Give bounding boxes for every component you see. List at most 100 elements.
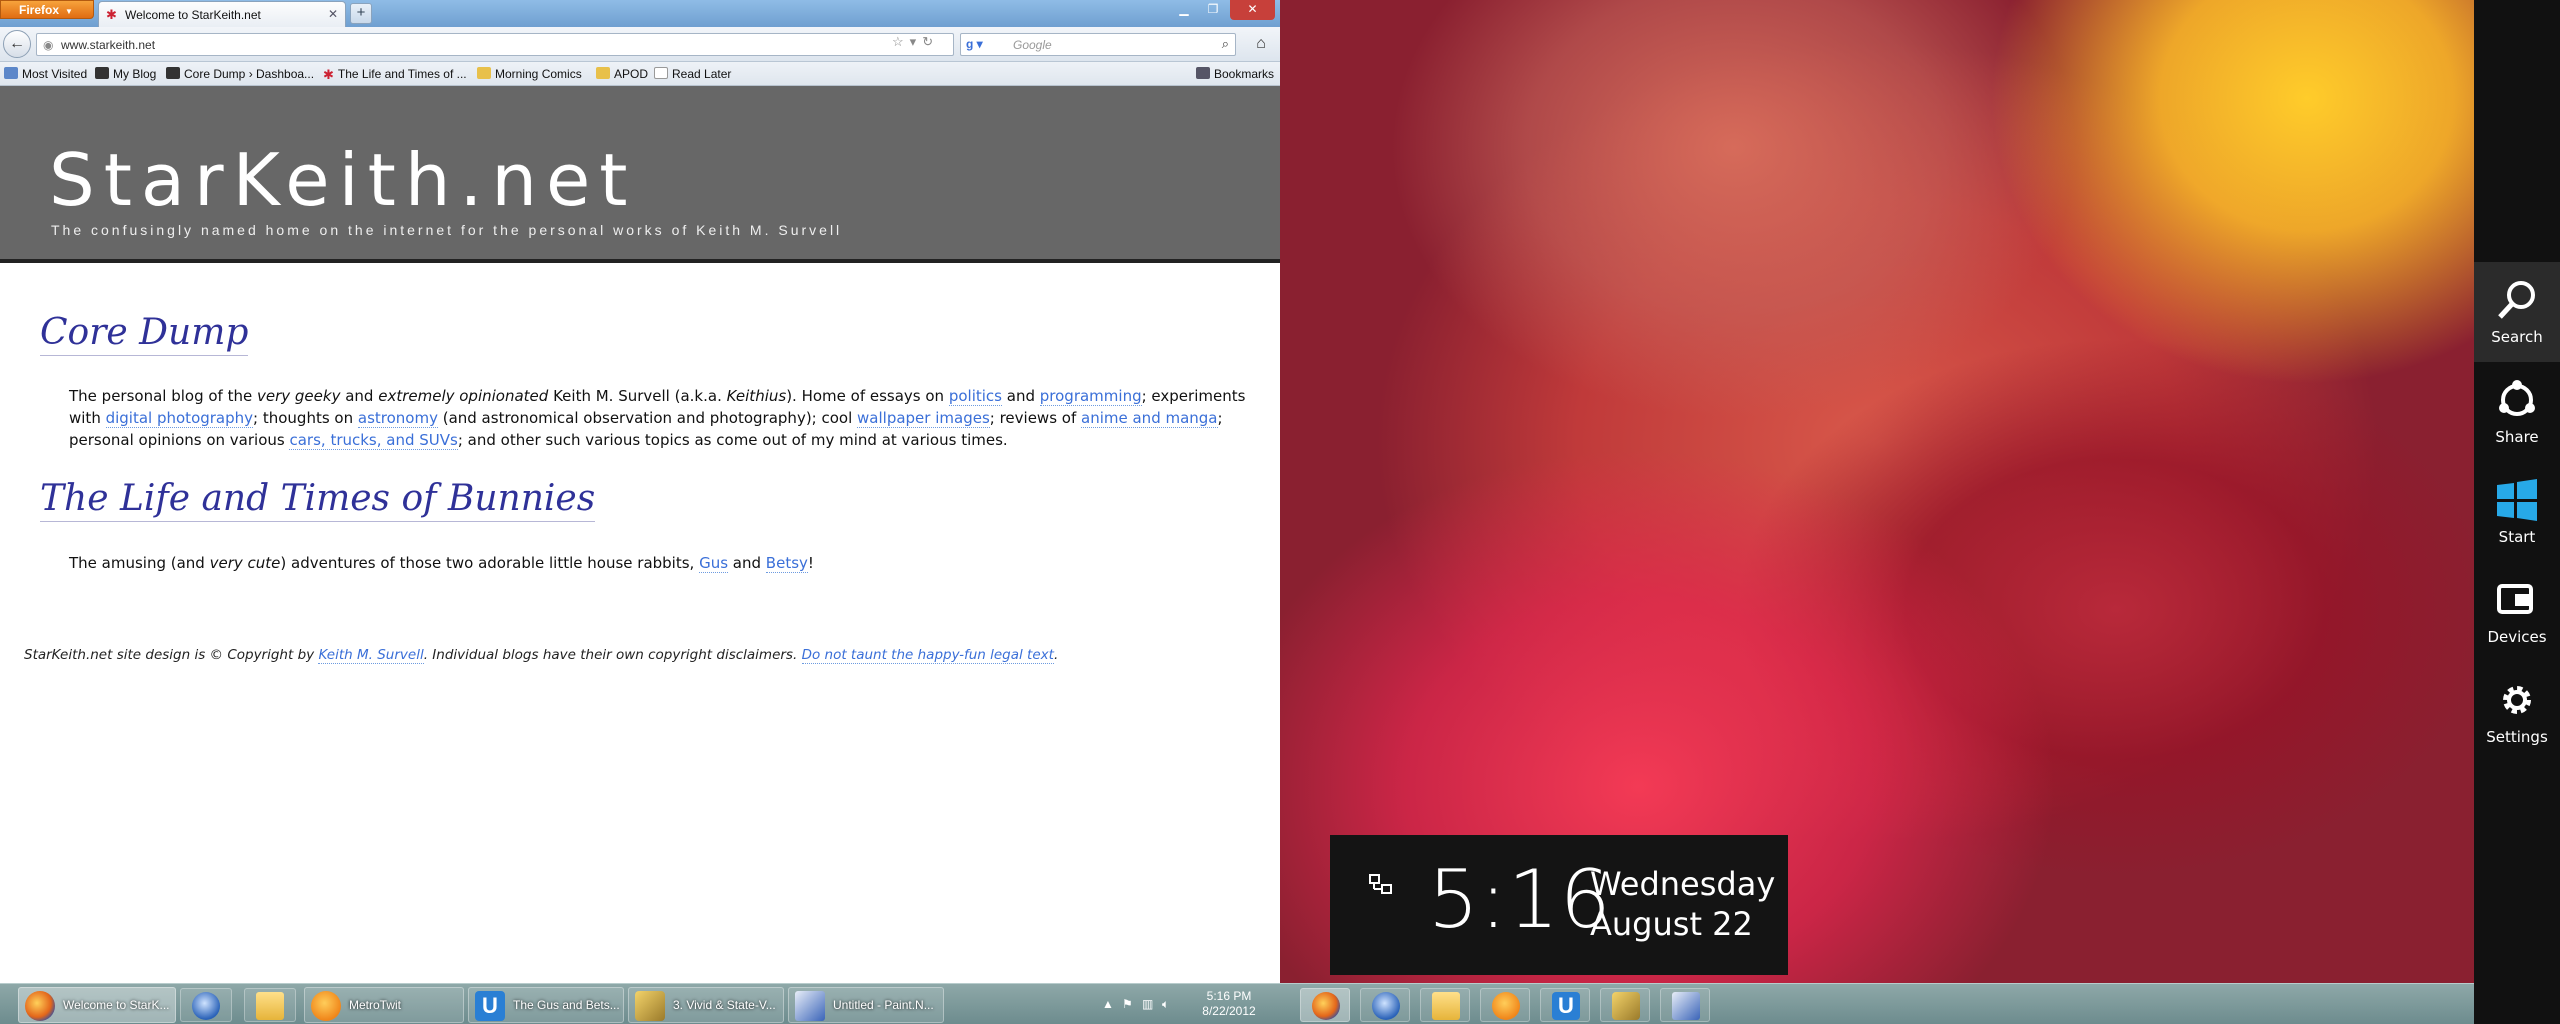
taskbar-item-vivid-state[interactable]: 3. Vivid & State-V... bbox=[628, 987, 784, 1023]
bookmarks-toolbar: Most Visited My Blog Core Dump › Dashboa… bbox=[0, 62, 1280, 86]
bookmark-star-icon[interactable]: ☆ bbox=[892, 34, 910, 49]
taskbar-item-label: MetroTwit bbox=[349, 998, 402, 1012]
u-app-icon: U bbox=[475, 991, 505, 1021]
taskbar2-item-metrotwit[interactable] bbox=[1480, 988, 1530, 1022]
link-gus[interactable]: Gus bbox=[699, 554, 729, 573]
charm-label: Settings bbox=[2486, 728, 2548, 746]
bookmarks-menu-button[interactable]: Bookmarks bbox=[1196, 67, 1274, 81]
tray-date: 8/22/2012 bbox=[1202, 1004, 1256, 1018]
tab-welcome[interactable]: ✱ Welcome to StarKeith.net ✕ bbox=[98, 1, 346, 27]
tray-clock[interactable]: 5:16 PM 8/22/2012 bbox=[1192, 989, 1266, 1019]
taskbar-item-label: Welcome to StarK... bbox=[63, 998, 170, 1012]
tray-time: 5:16 PM bbox=[1206, 989, 1252, 1003]
link-anime-and-manga[interactable]: anime and manga bbox=[1081, 409, 1218, 428]
link-programming[interactable]: programming bbox=[1039, 387, 1142, 406]
bookmark-read-later[interactable]: Read Later bbox=[654, 67, 731, 81]
charm-label: Search bbox=[2491, 328, 2543, 346]
bunnies-description: The amusing (and very cute) adventures o… bbox=[69, 552, 1254, 574]
site-identity-icon[interactable]: ◉ bbox=[43, 38, 53, 52]
site-favicon-icon: ✱ bbox=[106, 7, 117, 22]
link-astronomy[interactable]: astronomy bbox=[357, 409, 438, 428]
search-icon[interactable]: ⌕ bbox=[1222, 36, 1229, 52]
taskbar-item-paint-net[interactable]: Untitled - Paint.N... bbox=[788, 987, 944, 1023]
bookmark-most-visited[interactable]: Most Visited bbox=[4, 67, 87, 81]
network-icon[interactable]: ▥ bbox=[1142, 997, 1153, 1011]
site-favicon-icon: ✱ bbox=[323, 67, 334, 82]
search-input[interactable]: g ▾ Google ⌕ bbox=[960, 33, 1236, 56]
heading-life-and-times-of-bunnies[interactable]: The Life and Times of Bunnies bbox=[40, 478, 596, 522]
bookmark-apod[interactable]: APOD bbox=[596, 67, 648, 81]
taskbar-item-metrotwit[interactable]: MetroTwit bbox=[304, 987, 464, 1023]
paint-net-icon bbox=[795, 991, 825, 1021]
taskbar-item-firefox[interactable]: Welcome to StarK... bbox=[18, 987, 176, 1023]
taskbar-item-thunderbird[interactable] bbox=[180, 988, 232, 1022]
link-politics[interactable]: politics bbox=[948, 387, 1002, 406]
close-window-button[interactable]: ✕ bbox=[1230, 0, 1275, 20]
charm-label: Share bbox=[2495, 428, 2539, 446]
restore-button[interactable]: ❐ bbox=[1199, 0, 1227, 20]
charms-bar: Search Share Start Devices Settings bbox=[2474, 0, 2560, 1024]
charm-share[interactable]: Share bbox=[2474, 362, 2560, 462]
taskbar-item-gus-and-betsy[interactable]: U The Gus and Bets... bbox=[468, 987, 624, 1023]
taskbar2-item-firefox[interactable] bbox=[1300, 988, 1350, 1022]
address-bar[interactable]: ◉ www.starkeith.net bbox=[36, 33, 954, 56]
heading-core-dump[interactable]: Core Dump bbox=[40, 312, 249, 356]
taskbar-item-explorer[interactable] bbox=[244, 988, 296, 1022]
link-betsy[interactable]: Betsy bbox=[765, 554, 808, 573]
share-icon bbox=[2499, 380, 2535, 416]
link-digital-photography[interactable]: digital photography bbox=[105, 409, 254, 428]
bookmark-life-and-times[interactable]: ✱ The Life and Times of ... bbox=[323, 67, 467, 82]
text: Keith M. Survell (a.k.a. bbox=[548, 387, 727, 405]
blog-favicon-icon bbox=[166, 67, 180, 79]
text: The amusing (and bbox=[69, 554, 210, 572]
bookmark-morning-comics[interactable]: Morning Comics bbox=[477, 67, 582, 81]
bookmark-label: Read Later bbox=[672, 67, 732, 81]
minimize-button[interactable]: ▁ bbox=[1170, 0, 1198, 20]
volume-icon[interactable]: 🔈︎ bbox=[1162, 997, 1169, 1012]
firefox-menu-button[interactable]: Firefox ▼ bbox=[0, 0, 94, 19]
bookmark-my-blog[interactable]: My Blog bbox=[95, 67, 156, 81]
new-tab-button[interactable]: + bbox=[350, 3, 372, 24]
bookmark-core-dump-dashboard[interactable]: Core Dump › Dashboa... bbox=[166, 67, 314, 81]
text: . Individual blogs have their own copyri… bbox=[423, 647, 802, 663]
tab-title: Welcome to StarKeith.net bbox=[125, 8, 261, 22]
chevron-down-icon: ▼ bbox=[65, 7, 73, 16]
taskbar2-item-thunderbird[interactable] bbox=[1360, 988, 1410, 1022]
text: ! bbox=[807, 554, 814, 572]
folder-icon bbox=[4, 67, 18, 79]
link-cars-trucks-suvs[interactable]: cars, trucks, and SUVs bbox=[289, 431, 458, 450]
home-button[interactable]: ⌂ bbox=[1248, 33, 1274, 56]
history-dropdown-icon[interactable]: ▾ bbox=[910, 34, 923, 49]
action-center-flag-icon[interactable]: ⚑ bbox=[1122, 997, 1133, 1011]
link-legal-text[interactable]: Do not taunt the happy-fun legal text bbox=[801, 647, 1054, 664]
link-wallpaper-images[interactable]: wallpaper images bbox=[857, 409, 990, 428]
charm-search[interactable]: Search bbox=[2474, 262, 2560, 362]
taskbar2-item-explorer[interactable] bbox=[1420, 988, 1470, 1022]
charm-start[interactable]: Start bbox=[2474, 462, 2560, 562]
reload-icon[interactable]: ↻ bbox=[922, 34, 939, 49]
taskbar2-item-paint-net[interactable] bbox=[1660, 988, 1710, 1022]
back-button[interactable]: ← bbox=[3, 30, 31, 58]
bookmark-label: Morning Comics bbox=[495, 67, 582, 81]
bookmark-label: Core Dump › Dashboa... bbox=[184, 67, 315, 81]
close-tab-icon[interactable]: ✕ bbox=[328, 7, 338, 21]
link-author[interactable]: Keith M. Survell bbox=[318, 647, 424, 664]
clock-overlay: 5:16 Wednesday August 22 bbox=[1330, 835, 1788, 975]
thunderbird-icon bbox=[1372, 992, 1400, 1020]
bookmark-label: The Life and Times of ... bbox=[337, 67, 467, 81]
emphasis: extremely opinionated bbox=[378, 387, 549, 405]
ticket-icon bbox=[1612, 992, 1640, 1020]
taskbar-item-label: Untitled - Paint.N... bbox=[833, 998, 934, 1012]
show-hidden-icons-icon[interactable]: ▲ bbox=[1102, 997, 1114, 1011]
taskbar2-item-gus-and-betsy[interactable]: U bbox=[1540, 988, 1590, 1022]
google-engine-icon[interactable]: g ▾ bbox=[966, 37, 983, 51]
charm-settings[interactable]: Settings bbox=[2474, 662, 2560, 762]
taskbar2-item-vivid-state[interactable] bbox=[1600, 988, 1650, 1022]
charm-devices[interactable]: Devices bbox=[2474, 562, 2560, 662]
search-placeholder: Google bbox=[1013, 38, 1052, 52]
text: ; reviews of bbox=[989, 409, 1082, 427]
firefox-icon bbox=[25, 991, 55, 1021]
u-app-icon: U bbox=[1552, 992, 1580, 1020]
taskbar-item-label: The Gus and Bets... bbox=[513, 998, 620, 1012]
text: and bbox=[340, 387, 379, 405]
